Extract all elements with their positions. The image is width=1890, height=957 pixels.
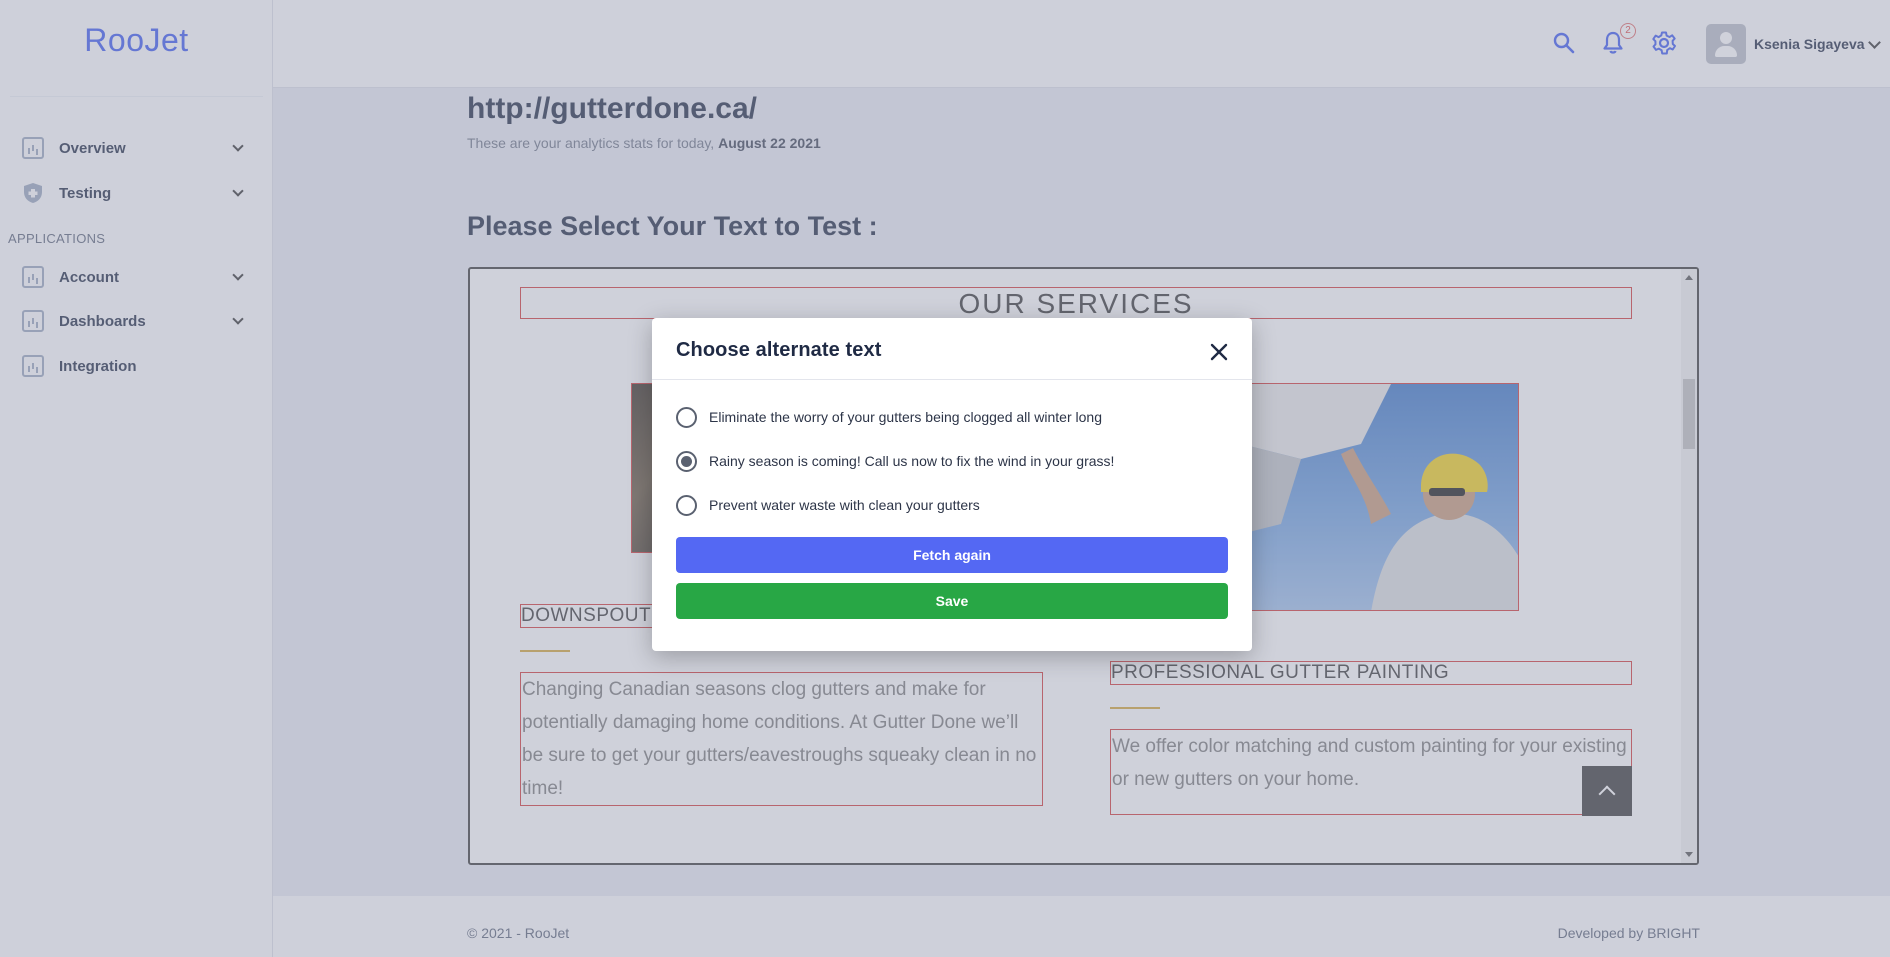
radio-button-selected[interactable] bbox=[676, 450, 697, 472]
save-button[interactable]: Save bbox=[676, 583, 1228, 619]
option-label[interactable]: Prevent water waste with clean your gutt… bbox=[709, 497, 980, 513]
option-label[interactable]: Eliminate the worry of your gutters bein… bbox=[709, 409, 1102, 425]
option-2[interactable]: Rainy season is coming! Call us now to f… bbox=[676, 449, 1114, 473]
fetch-again-button[interactable]: Fetch again bbox=[676, 537, 1228, 573]
radio-button[interactable] bbox=[676, 406, 697, 428]
option-label[interactable]: Rainy season is coming! Call us now to f… bbox=[709, 453, 1114, 469]
modal-title: Choose alternate text bbox=[676, 339, 882, 361]
close-icon[interactable] bbox=[1207, 340, 1231, 364]
divider bbox=[652, 379, 1252, 380]
alternate-text-modal: Choose alternate text Eliminate the worr… bbox=[652, 318, 1252, 651]
radio-button[interactable] bbox=[676, 494, 697, 516]
option-3[interactable]: Prevent water waste with clean your gutt… bbox=[676, 493, 980, 517]
option-1[interactable]: Eliminate the worry of your gutters bein… bbox=[676, 405, 1102, 429]
